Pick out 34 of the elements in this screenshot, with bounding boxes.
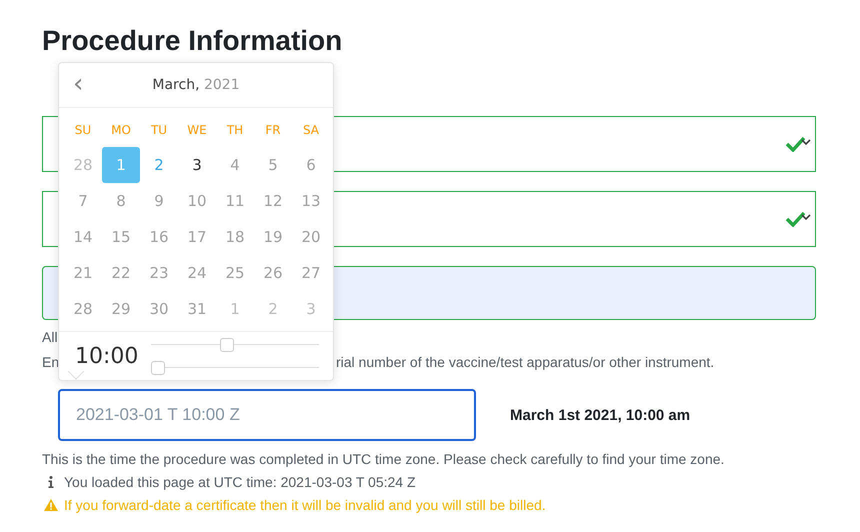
info-icon (48, 476, 54, 488)
weekday-label: TU (150, 122, 168, 139)
chevron-down-icon (801, 138, 811, 146)
weekday-label: FR (264, 122, 282, 139)
calendar-day[interactable]: 1 (216, 291, 254, 327)
weekday-label: MO (110, 122, 132, 139)
calendar-day[interactable]: 2 (140, 147, 178, 183)
previous-month-button[interactable]: ‹ (69, 71, 88, 97)
hint-text: All (42, 329, 58, 345)
note-text: If you forward-date a certificate then it will be invalid and you will still be billed. (64, 497, 546, 513)
calendar-day[interactable]: 3 (178, 147, 216, 183)
checkmark-icon (785, 136, 805, 152)
slider-thumb[interactable] (220, 338, 234, 352)
date-readout: March 1st 2021, 10:00 am (510, 406, 690, 424)
help-text: This is the time the procedure was completed in UTC time zone. Please check carefully to find your time zone. (42, 451, 726, 467)
calendar-day[interactable]: 2 (254, 291, 292, 327)
calendar-day[interactable]: 1 (102, 147, 140, 183)
date-input[interactable]: 2021-03-01 T 10:00 Z (58, 389, 476, 441)
weekday-label: TH (226, 122, 244, 139)
hint-text: rial number of the vaccine/test apparatus/or other instrument. (336, 354, 714, 370)
warning-icon (44, 499, 58, 511)
slider-thumb[interactable] (151, 360, 165, 374)
note-text: You loaded this page at UTC time: 2021-03-03 T 05:24 Z (64, 474, 416, 490)
calendar-day[interactable]: 3 (292, 291, 330, 327)
weekday-label: SA (302, 122, 320, 139)
checkmark-icon (785, 211, 805, 227)
chevron-down-icon (801, 214, 811, 220)
hint-text: En (42, 354, 60, 370)
weekday-label: WE (186, 122, 208, 139)
weekday-label: SU (74, 122, 92, 139)
section-heading: Procedure Information (42, 24, 344, 58)
calendar-day[interactable]: 28 (64, 147, 102, 183)
time-display: 10:00 (75, 344, 140, 368)
month-title: March, 2021 (152, 77, 240, 93)
